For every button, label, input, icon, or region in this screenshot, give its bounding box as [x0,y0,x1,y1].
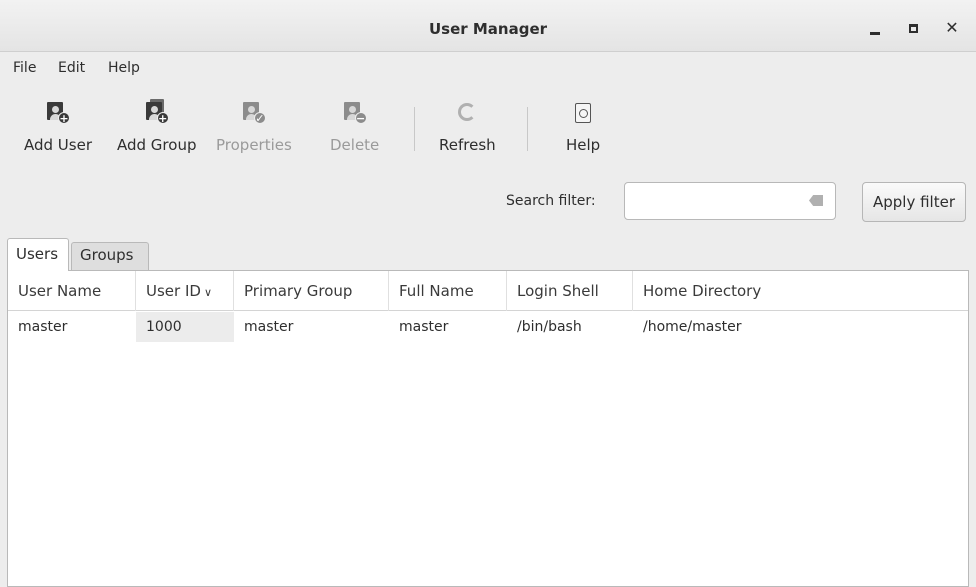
add-user-label: Add User [24,136,92,154]
cell-user-id: 1000 [136,312,234,342]
cell-home-directory: /home/master [643,319,742,335]
add-user-button[interactable]: + Add User [24,95,92,161]
column-header-home-directory[interactable]: Home Directory [633,271,968,311]
add-user-icon: + [46,101,70,127]
add-group-label: Add Group [117,136,197,154]
delete-icon: − [343,101,367,127]
window-title: User Manager [428,20,548,38]
apply-filter-button[interactable]: Apply filter [862,182,966,222]
column-header-primary-group[interactable]: Primary Group [234,271,389,311]
delete-button[interactable]: − Delete [330,95,379,161]
add-group-icon: + [145,99,169,127]
cell-login-shell: /bin/bash [517,319,582,335]
refresh-button[interactable]: Refresh [439,95,496,161]
help-icon [571,101,595,127]
users-table: User Name User ID ∨ Primary Group Full Na… [7,270,969,587]
properties-button[interactable]: ✓ Properties [216,95,292,161]
properties-label: Properties [216,136,292,154]
menu-help[interactable]: Help [108,60,140,76]
table-header: User Name User ID ∨ Primary Group Full Na… [8,271,968,311]
tab-groups[interactable]: Groups [71,242,149,270]
table-row[interactable]: master 1000 master master /bin/bash /hom… [8,312,968,342]
properties-icon: ✓ [242,101,266,127]
toolbar-separator [414,107,415,151]
toolbar-separator [527,107,528,151]
column-header-user-id[interactable]: User ID ∨ [136,271,234,311]
column-header-user-name[interactable]: User Name [8,271,136,311]
search-filter-input[interactable] [624,182,836,220]
close-icon: ✕ [945,18,959,37]
minimize-button[interactable] [864,17,886,39]
toolbar: + Add User + Add Group ✓ Properties − De… [0,95,976,165]
search-filter-label: Search filter: [506,193,596,209]
sort-descending-icon: ∨ [203,286,212,299]
delete-label: Delete [330,136,380,154]
close-button[interactable]: ✕ [941,17,963,39]
help-button[interactable]: Help [566,95,600,161]
maximize-icon [908,23,918,33]
refresh-label: Refresh [439,136,496,154]
tab-users[interactable]: Users [7,238,69,271]
help-label: Help [566,136,601,154]
cell-full-name: master [399,319,449,335]
refresh-icon [455,101,479,127]
cell-primary-group: master [244,319,294,335]
menu-file[interactable]: File [13,60,36,76]
menu-edit[interactable]: Edit [58,60,85,76]
cell-user-name: master [18,319,68,335]
minimize-icon [870,31,880,35]
maximize-button[interactable] [902,17,924,39]
add-group-button[interactable]: + Add Group [117,95,196,161]
column-header-full-name[interactable]: Full Name [389,271,507,311]
column-header-login-shell[interactable]: Login Shell [507,271,633,311]
title-bar: User Manager ✕ [0,0,976,52]
